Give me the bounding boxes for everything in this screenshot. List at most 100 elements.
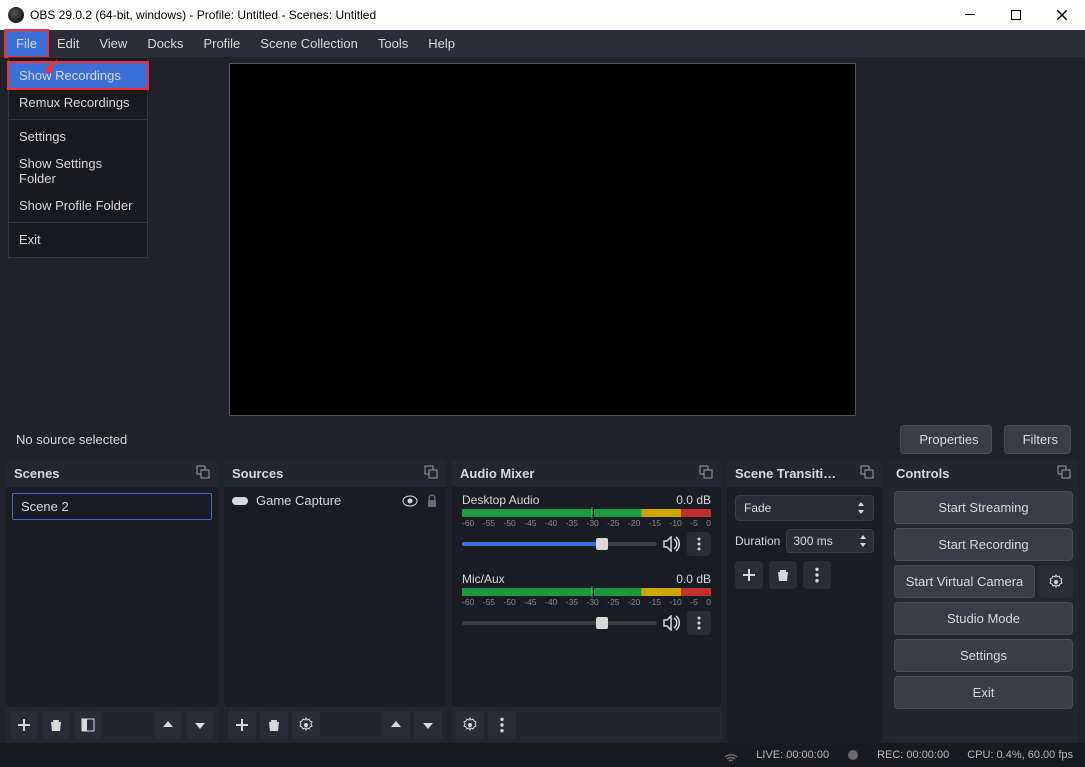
sources-title: Sources (232, 466, 283, 481)
rec-status: REC: 00:00:00 (877, 749, 949, 761)
eye-icon[interactable] (402, 495, 418, 507)
menu-show-recordings[interactable]: Show Recordings (9, 62, 147, 89)
filters-button[interactable]: Filters (1004, 425, 1071, 454)
menu-tools[interactable]: Tools (368, 30, 418, 57)
menu-exit[interactable]: Exit (9, 226, 147, 253)
dock-icon[interactable] (196, 465, 210, 482)
statusbar: LIVE: 00:00:00 REC: 00:00:00 CPU: 0.4%, … (0, 743, 1085, 767)
filters-label: Filters (1023, 432, 1058, 447)
controls-panel: Controls Start Streaming Start Recording… (888, 459, 1079, 743)
scene-down-button[interactable] (186, 711, 214, 739)
maximize-button[interactable] (993, 0, 1039, 30)
dock-icon[interactable] (1057, 465, 1071, 482)
transitions-panel: Scene Transiti… Fade Duration 300 ms (727, 459, 882, 743)
remove-scene-button[interactable] (42, 711, 70, 739)
source-item[interactable]: Game Capture (224, 487, 446, 514)
add-scene-button[interactable] (10, 711, 38, 739)
transition-type: Fade (744, 501, 771, 515)
scene-item[interactable]: Scene 2 (12, 493, 212, 520)
audio-menu-button[interactable] (488, 711, 516, 739)
window-title: OBS 29.0.2 (64-bit, windows) - Profile: … (30, 8, 947, 22)
duration-value: 300 ms (793, 534, 832, 548)
dock-icon[interactable] (699, 465, 713, 482)
volume-slider[interactable] (462, 542, 657, 546)
speaker-icon[interactable] (663, 615, 681, 631)
menu-help[interactable]: Help (418, 30, 465, 57)
preview-area (0, 57, 1085, 419)
menu-scene-collection[interactable]: Scene Collection (250, 30, 368, 57)
audio-meter (462, 509, 711, 517)
no-source-label: No source selected (14, 432, 127, 447)
menu-edit[interactable]: Edit (47, 30, 89, 57)
lock-icon[interactable] (426, 494, 438, 508)
audio-channel-name: Desktop Audio (462, 493, 539, 507)
add-transition-button[interactable] (735, 561, 763, 589)
audio-channel-name: Mic/Aux (462, 572, 505, 586)
properties-button[interactable]: Properties (900, 425, 991, 454)
menu-show-settings-folder[interactable]: Show Settings Folder (9, 150, 147, 192)
gamepad-icon (232, 495, 248, 507)
scenes-panel: Scenes Scene 2 (6, 459, 218, 743)
dock-icon[interactable] (424, 465, 438, 482)
source-name: Game Capture (256, 493, 341, 508)
add-source-button[interactable] (228, 711, 256, 739)
file-menu-dropdown: Show Recordings Remux Recordings Setting… (8, 57, 148, 258)
minimize-button[interactable] (947, 0, 993, 30)
duration-input[interactable]: 300 ms (786, 529, 874, 553)
audio-mixer-panel: Audio Mixer Desktop Audio 0.0 dB -60-55-… (452, 459, 721, 743)
menu-file[interactable]: File (6, 30, 47, 57)
preview-canvas[interactable] (229, 63, 856, 416)
start-recording-button[interactable]: Start Recording (894, 528, 1073, 561)
audio-menu-button[interactable] (687, 532, 711, 556)
menu-show-profile-folder[interactable]: Show Profile Folder (9, 192, 147, 219)
menu-settings[interactable]: Settings (9, 123, 147, 150)
audio-channel-desktop: Desktop Audio 0.0 dB -60-55-50-45-40-35-… (452, 487, 721, 558)
updown-icon (857, 502, 865, 514)
close-button[interactable] (1039, 0, 1085, 30)
dock-icon[interactable] (860, 465, 874, 482)
obs-logo-icon (8, 7, 24, 23)
properties-label: Properties (919, 432, 978, 447)
duration-label: Duration (735, 534, 780, 548)
live-status: LIVE: 00:00:00 (756, 749, 829, 761)
menu-view[interactable]: View (89, 30, 137, 57)
audio-channel-mic: Mic/Aux 0.0 dB -60-55-50-45-40-35-30-25-… (452, 566, 721, 637)
scenes-title: Scenes (14, 466, 60, 481)
transition-menu-button[interactable] (803, 561, 831, 589)
source-settings-button[interactable] (292, 711, 320, 739)
exit-button[interactable]: Exit (894, 676, 1073, 709)
menu-docks[interactable]: Docks (137, 30, 193, 57)
studio-mode-button[interactable]: Studio Mode (894, 602, 1073, 635)
virtual-camera-settings-button[interactable] (1039, 565, 1073, 598)
updown-icon (859, 535, 867, 547)
network-icon (724, 748, 738, 762)
start-streaming-button[interactable]: Start Streaming (894, 491, 1073, 524)
remove-source-button[interactable] (260, 711, 288, 739)
audio-scale: -60-55-50-45-40-35-30-25-20-15-10-50 (462, 518, 711, 528)
record-icon (847, 749, 859, 761)
transition-select[interactable]: Fade (735, 495, 874, 521)
controls-title: Controls (896, 466, 949, 481)
source-toolbar: No source selected Properties Filters (0, 419, 1085, 459)
source-up-button[interactable] (382, 711, 410, 739)
audio-title: Audio Mixer (460, 466, 534, 481)
menu-remux-recordings[interactable]: Remux Recordings (9, 89, 147, 116)
annotation-arrow-icon (38, 55, 62, 79)
source-down-button[interactable] (414, 711, 442, 739)
titlebar: OBS 29.0.2 (64-bit, windows) - Profile: … (0, 0, 1085, 30)
audio-meter (462, 588, 711, 596)
menu-separator (9, 119, 147, 120)
audio-channel-db: 0.0 dB (676, 493, 711, 507)
start-virtual-camera-button[interactable]: Start Virtual Camera (894, 565, 1035, 598)
speaker-icon[interactable] (663, 536, 681, 552)
transitions-title: Scene Transiti… (735, 466, 836, 481)
remove-transition-button[interactable] (769, 561, 797, 589)
volume-slider[interactable] (462, 621, 657, 625)
scene-filter-button[interactable] (74, 711, 102, 739)
audio-menu-button[interactable] (687, 611, 711, 635)
settings-button[interactable]: Settings (894, 639, 1073, 672)
audio-advanced-button[interactable] (456, 711, 484, 739)
scene-up-button[interactable] (154, 711, 182, 739)
menu-separator (9, 222, 147, 223)
menu-profile[interactable]: Profile (193, 30, 250, 57)
